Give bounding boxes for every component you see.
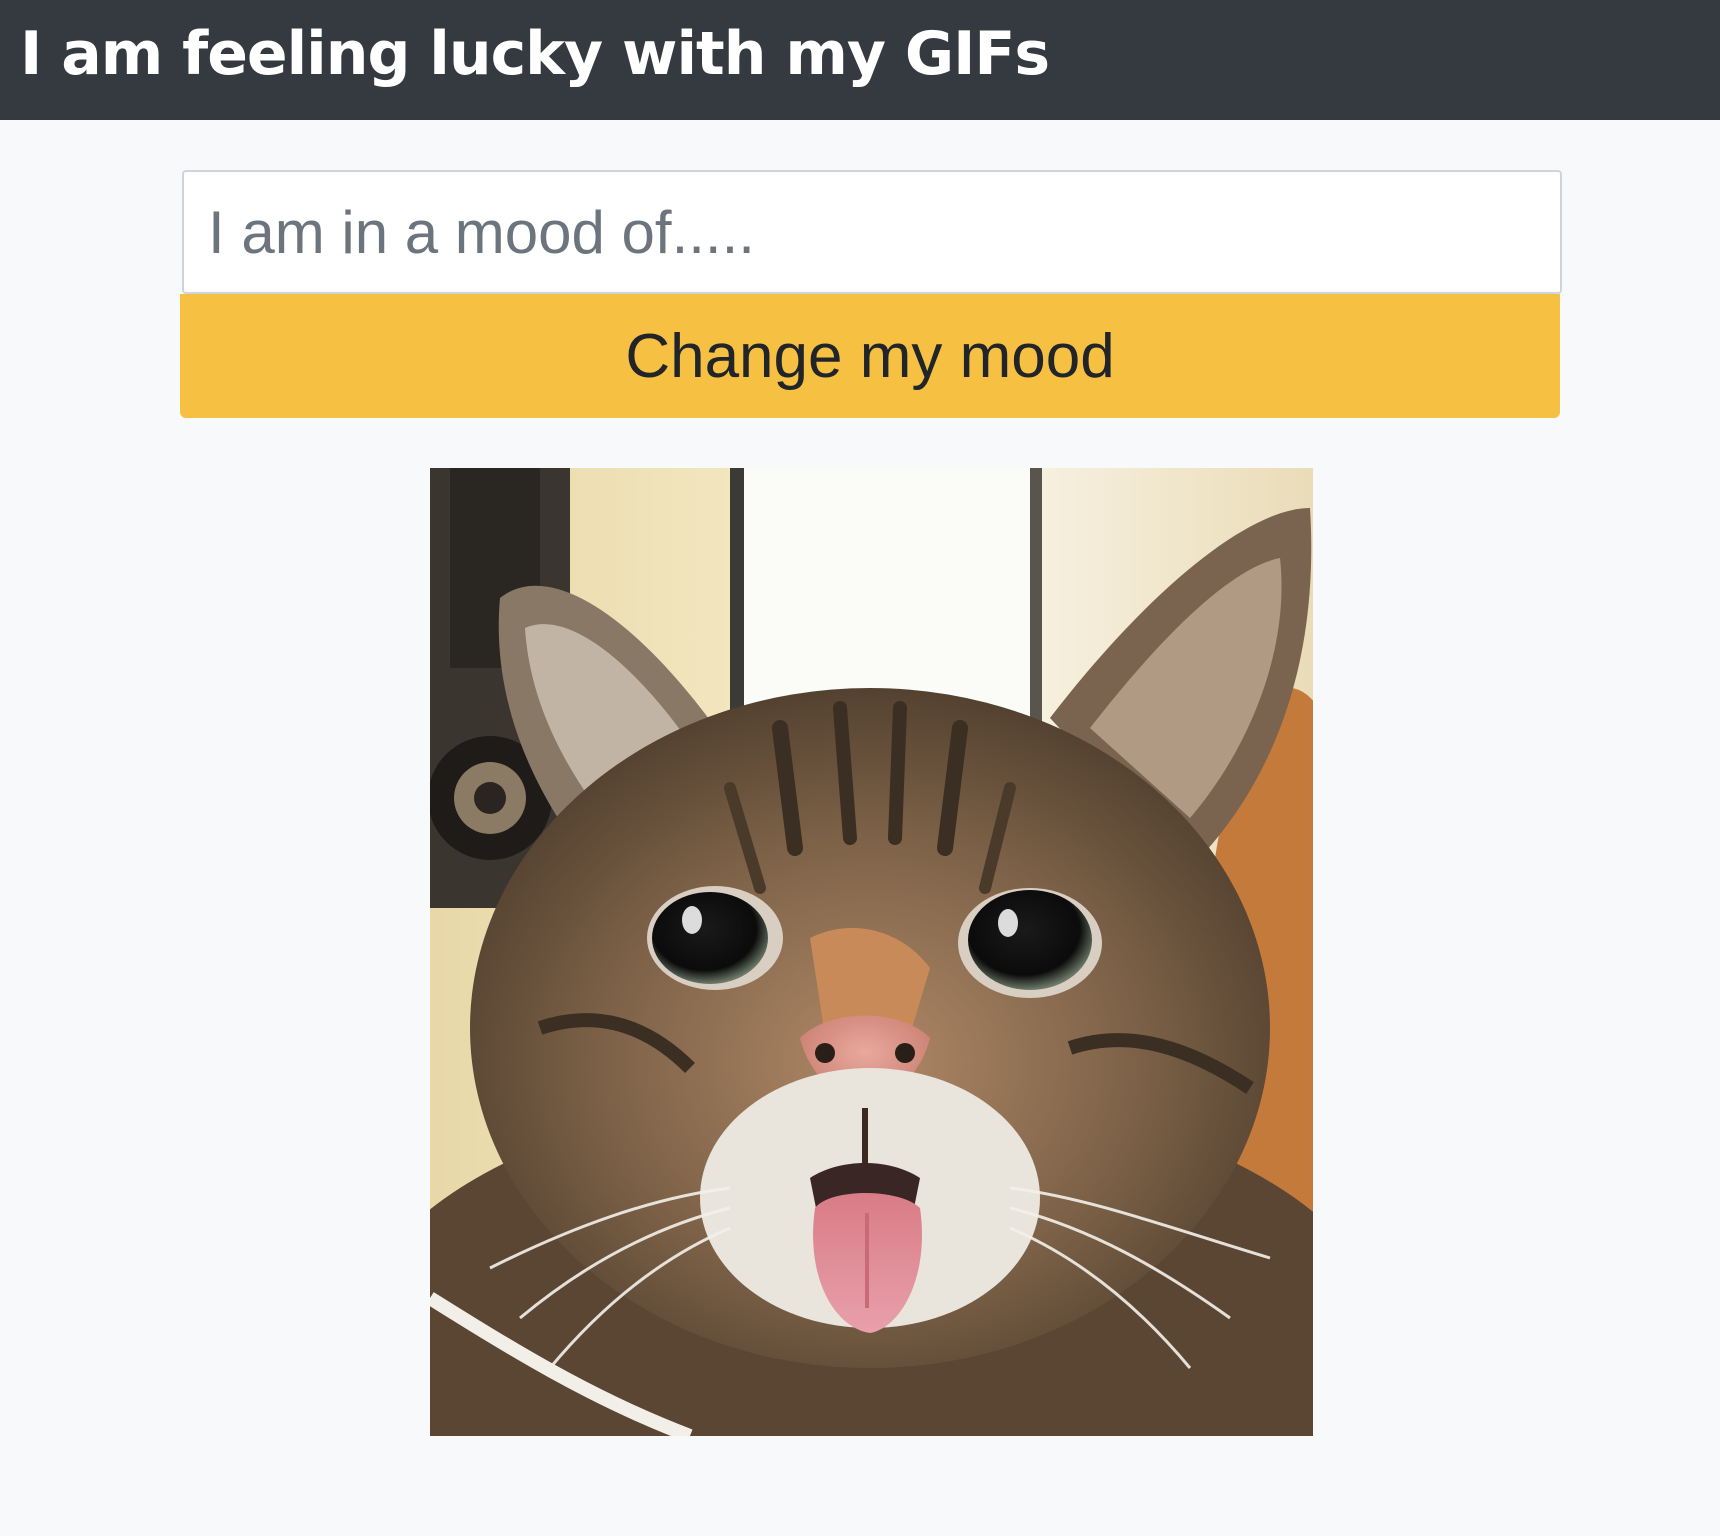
gif-image: [430, 468, 1313, 1436]
page-title: I am feeling lucky with my GIFs: [20, 19, 1050, 89]
mood-search-input[interactable]: [182, 170, 1562, 294]
navbar: I am feeling lucky with my GIFs: [0, 0, 1720, 120]
change-mood-button[interactable]: Change my mood: [180, 294, 1560, 418]
cat-gif-illustration: [430, 468, 1313, 1436]
